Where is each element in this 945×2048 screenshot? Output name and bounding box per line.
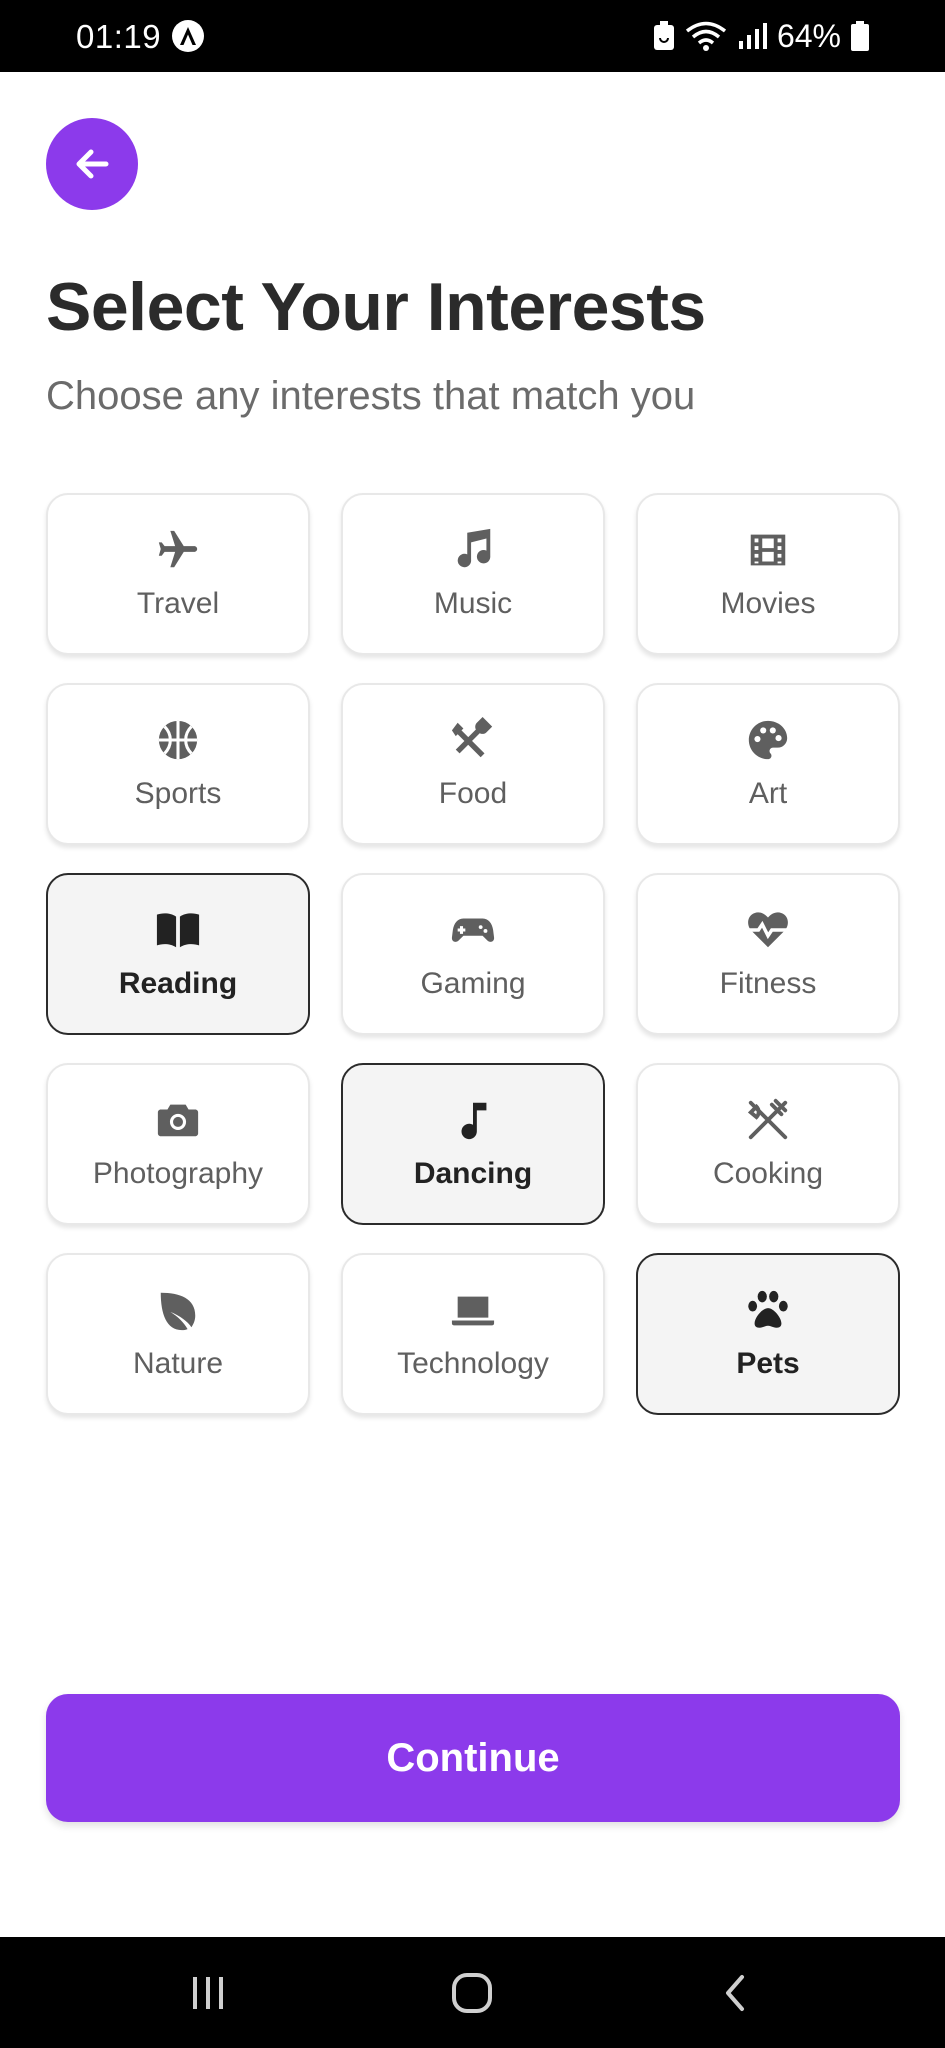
- interest-card-sports[interactable]: Sports: [46, 683, 310, 845]
- status-time: 01:19: [76, 18, 162, 55]
- interest-label: Pets: [736, 1347, 800, 1380]
- interest-card-nature[interactable]: Nature: [46, 1253, 310, 1415]
- interest-card-reading[interactable]: Reading: [46, 873, 310, 1035]
- interest-card-technology[interactable]: Technology: [341, 1253, 605, 1415]
- interest-label: Art: [748, 777, 788, 810]
- status-icons: 64%: [653, 16, 869, 56]
- book-icon: [155, 907, 201, 953]
- recent-apps-button[interactable]: [148, 1937, 268, 2048]
- home-icon: [452, 1972, 492, 2013]
- interest-label: Reading: [118, 967, 238, 1000]
- interest-label: Dancing: [413, 1157, 533, 1190]
- laptop-icon: [450, 1287, 496, 1333]
- basketball-icon: [155, 717, 201, 763]
- wifi-icon: [685, 21, 727, 51]
- page-title: Select Your Interests: [46, 269, 706, 345]
- paw-icon: [745, 1287, 791, 1333]
- music-note-icon: [450, 527, 496, 573]
- battery-icon: [851, 21, 869, 51]
- interest-card-gaming[interactable]: Gaming: [341, 873, 605, 1035]
- interest-label: Nature: [132, 1347, 224, 1380]
- a-circle-icon: [172, 20, 204, 52]
- status-bar: 01:19 64%: [0, 0, 945, 72]
- interests-grid: Travel Music Movies Sports Food Art Read…: [46, 493, 900, 1415]
- palette-icon: [745, 717, 791, 763]
- page-subtitle: Choose any interests that match you: [46, 374, 696, 418]
- interest-label: Travel: [136, 587, 220, 620]
- fork-knife-icon: [745, 1097, 791, 1143]
- back-button[interactable]: [46, 118, 138, 210]
- interest-card-cooking[interactable]: Cooking: [636, 1063, 900, 1225]
- interest-label: Movies: [720, 587, 816, 620]
- system-back-button[interactable]: [676, 1937, 796, 2048]
- home-button[interactable]: [412, 1937, 532, 2048]
- interest-card-dancing[interactable]: Dancing: [341, 1063, 605, 1225]
- recent-apps-icon: [193, 1976, 223, 2009]
- film-icon: [745, 527, 791, 573]
- utensils-icon: [450, 717, 496, 763]
- interest-card-movies[interactable]: Movies: [636, 493, 900, 655]
- interest-card-photography[interactable]: Photography: [46, 1063, 310, 1225]
- interest-label: Gaming: [420, 967, 526, 1000]
- single-note-icon: [450, 1097, 496, 1143]
- interest-label: Photography: [92, 1157, 264, 1190]
- interest-card-art[interactable]: Art: [636, 683, 900, 845]
- camera-icon: [155, 1097, 201, 1143]
- interest-card-pets[interactable]: Pets: [636, 1253, 900, 1415]
- interest-card-fitness[interactable]: Fitness: [636, 873, 900, 1035]
- interest-label: Fitness: [719, 967, 817, 1000]
- interest-card-food[interactable]: Food: [341, 683, 605, 845]
- interest-card-travel[interactable]: Travel: [46, 493, 310, 655]
- continue-button[interactable]: Continue: [46, 1694, 900, 1822]
- interest-label: Cooking: [712, 1157, 824, 1190]
- interest-label: Technology: [397, 1347, 549, 1380]
- interest-label: Music: [433, 587, 513, 620]
- interest-label: Food: [438, 777, 508, 810]
- system-nav-bar: [0, 1937, 945, 2048]
- interest-card-music[interactable]: Music: [341, 493, 605, 655]
- gamepad-icon: [450, 907, 496, 953]
- back-icon: [726, 1974, 744, 2011]
- signal-icon: [738, 23, 767, 49]
- battery-saver-icon: [653, 21, 674, 50]
- interest-label: Sports: [134, 777, 222, 810]
- heartbeat-icon: [745, 907, 791, 953]
- leaf-icon: [155, 1287, 201, 1333]
- battery-percent: 64%: [776, 17, 841, 54]
- plane-icon: [155, 527, 201, 573]
- arrow-left-icon: [76, 149, 109, 179]
